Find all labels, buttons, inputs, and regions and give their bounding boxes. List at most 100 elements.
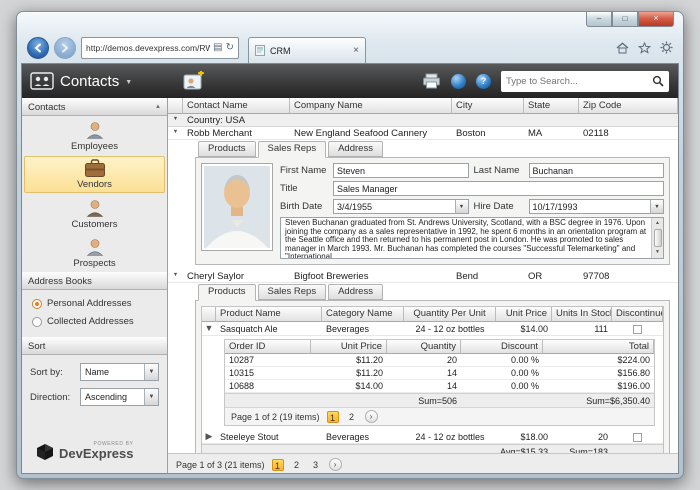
column-header-quantity-per-unit[interactable]: Quantity Per Unit bbox=[404, 307, 496, 322]
page-button-3[interactable]: 3 bbox=[310, 459, 322, 471]
column-header-city[interactable]: City bbox=[452, 98, 524, 114]
page-button-1[interactable]: 1 bbox=[272, 459, 284, 471]
contacts-title-menu[interactable]: Contacts ▼ bbox=[22, 72, 172, 90]
new-contact-button[interactable] bbox=[180, 68, 208, 94]
scroll-down-icon[interactable]: ▼ bbox=[655, 248, 660, 257]
table-row-order[interactable]: 10688 $14.00 14 0.00 % $196.00 bbox=[225, 380, 654, 393]
scrollbar-thumb[interactable] bbox=[654, 229, 662, 248]
column-header-total[interactable]: Total bbox=[543, 340, 654, 354]
hire-date-field[interactable] bbox=[530, 202, 651, 212]
address-bar[interactable]: http://demos.devexpress.com/RWA/Webn ▤ ↻ bbox=[81, 37, 239, 59]
column-header-order-id[interactable]: Order ID bbox=[225, 340, 311, 354]
table-row-order[interactable]: 10315 $11.20 14 0.00 % $156.80 bbox=[225, 367, 654, 380]
group-row-country-usa[interactable]: ▼ Country: USA bbox=[168, 114, 678, 127]
table-row-cheryl-saylor[interactable]: ▼ Cheryl Saylor Bigfoot Breweries Bend O… bbox=[168, 270, 678, 283]
print-button[interactable] bbox=[422, 73, 441, 89]
sidebar: Contacts ▲ Employees Vendors Customers bbox=[22, 98, 168, 474]
date-dropdown-icon[interactable]: ▼ bbox=[650, 200, 663, 213]
column-header-zip-code[interactable]: Zip Code bbox=[579, 98, 678, 114]
sidebar-item-vendors[interactable]: Vendors bbox=[24, 156, 165, 193]
collapse-up-icon[interactable]: ▲ bbox=[155, 104, 161, 110]
back-button[interactable] bbox=[27, 37, 49, 59]
page-button-2[interactable]: 2 bbox=[346, 411, 358, 423]
table-row-robb-merchant[interactable]: ▼ Robb Merchant New England Seafood Cann… bbox=[168, 127, 678, 140]
column-header-category-name[interactable]: Category Name bbox=[322, 307, 404, 322]
column-header-discontinued[interactable]: Discontinued bbox=[612, 307, 663, 322]
caret-down-icon: ▼ bbox=[125, 79, 132, 86]
column-header-discount[interactable]: Discount bbox=[461, 340, 543, 354]
column-header-product-name[interactable]: Product Name bbox=[216, 307, 322, 322]
column-header-units-in-stock[interactable]: Units In Stock bbox=[552, 307, 612, 322]
help-button[interactable]: ? bbox=[476, 74, 491, 89]
row-expander-icon[interactable]: ▶ bbox=[202, 430, 216, 443]
column-header-company-name[interactable]: Company Name bbox=[290, 98, 452, 114]
notes-textarea[interactable]: Steven Buchanan graduated from St. Andre… bbox=[280, 217, 664, 259]
tab-close-icon[interactable]: × bbox=[353, 46, 359, 56]
column-header-unit-price[interactable]: Unit Price bbox=[311, 340, 387, 354]
title-field[interactable] bbox=[334, 184, 663, 194]
personal-addresses-option[interactable]: Personal Addresses bbox=[32, 298, 157, 309]
sidebar-item-prospects[interactable]: Prospects bbox=[24, 234, 165, 271]
birth-date-field[interactable] bbox=[334, 202, 455, 212]
table-row-sasquatch-ale[interactable]: ▼ Sasquatch Ale Beverages 24 - 12 oz bot… bbox=[202, 322, 663, 336]
column-header-unit-price[interactable]: Unit Price bbox=[496, 307, 552, 322]
radio-unselected-icon[interactable] bbox=[32, 317, 42, 327]
page-button-2[interactable]: 2 bbox=[291, 459, 303, 471]
column-header-quantity[interactable]: Quantity bbox=[387, 340, 461, 354]
tab-sales-reps[interactable]: Sales Reps bbox=[258, 141, 327, 158]
search-input[interactable] bbox=[506, 76, 652, 87]
scroll-up-icon[interactable]: ▲ bbox=[655, 219, 660, 228]
sidebar-item-employees[interactable]: Employees bbox=[24, 117, 165, 154]
table-row-steeleye-stout[interactable]: ▶ Steeleye Stout Beverages 24 - 12 oz bo… bbox=[202, 430, 663, 444]
forward-button[interactable] bbox=[54, 37, 76, 59]
tab-address[interactable]: Address bbox=[328, 141, 383, 157]
page-icon[interactable]: ▤ bbox=[213, 43, 222, 53]
url-text[interactable]: http://demos.devexpress.com/RWA/Webn bbox=[86, 43, 210, 53]
tab-address[interactable]: Address bbox=[328, 284, 383, 300]
row-expander-icon[interactable]: ▼ bbox=[168, 127, 183, 139]
row-expander-icon[interactable]: ▼ bbox=[202, 322, 216, 335]
column-header-state[interactable]: State bbox=[524, 98, 579, 114]
dropdown-caret-icon[interactable]: ▼ bbox=[144, 389, 158, 405]
radio-selected-icon[interactable] bbox=[32, 299, 42, 309]
home-icon[interactable] bbox=[616, 42, 629, 54]
table-row-order[interactable]: 10287 $11.20 20 0.00 % $224.00 bbox=[225, 354, 654, 367]
sidebar-panel-sort-header[interactable]: Sort bbox=[22, 337, 167, 355]
collapse-triangle-icon[interactable]: ▼ bbox=[168, 114, 183, 126]
discontinued-checkbox[interactable] bbox=[633, 325, 642, 334]
sidebar-item-label: Prospects bbox=[73, 258, 115, 269]
collected-addresses-label: Collected Addresses bbox=[47, 316, 134, 327]
favorites-star-icon[interactable] bbox=[638, 42, 651, 54]
sidebar-panel-address-books-header[interactable]: Address Books bbox=[22, 272, 167, 290]
row-expander-icon[interactable]: ▼ bbox=[168, 270, 183, 282]
next-page-icon[interactable]: › bbox=[329, 458, 342, 471]
tab-sales-reps[interactable]: Sales Reps bbox=[258, 284, 327, 300]
next-page-icon[interactable]: › bbox=[365, 410, 378, 423]
search-icon[interactable] bbox=[652, 75, 664, 87]
window-maximize-button[interactable]: □ bbox=[612, 12, 638, 27]
column-header-contact-name[interactable]: Contact Name bbox=[183, 98, 290, 114]
cell-total: $156.80 bbox=[543, 367, 654, 379]
sidebar-item-customers[interactable]: Customers bbox=[24, 195, 165, 232]
window-close-button[interactable]: × bbox=[638, 12, 674, 27]
discontinued-checkbox[interactable] bbox=[633, 433, 642, 442]
window-titlebar[interactable]: – □ × bbox=[17, 12, 683, 32]
direction-select[interactable]: Ascending ▼ bbox=[80, 388, 159, 406]
sort-by-select[interactable]: Name ▼ bbox=[80, 363, 159, 381]
window-minimize-button[interactable]: – bbox=[586, 12, 612, 27]
refresh-icon[interactable]: ↻ bbox=[226, 43, 234, 53]
first-name-field[interactable] bbox=[334, 166, 468, 176]
collected-addresses-option[interactable]: Collected Addresses bbox=[32, 316, 157, 327]
sidebar-panel-contacts-header[interactable]: Contacts ▲ bbox=[22, 98, 167, 116]
dropdown-caret-icon[interactable]: ▼ bbox=[144, 364, 158, 380]
notes-scrollbar[interactable]: ▲ ▼ bbox=[651, 218, 663, 258]
info-button[interactable] bbox=[451, 74, 466, 89]
sidebar-item-label: Customers bbox=[72, 219, 118, 230]
last-name-field[interactable] bbox=[530, 166, 664, 176]
tab-products[interactable]: Products bbox=[198, 141, 256, 157]
browser-tab-crm[interactable]: CRM × bbox=[248, 37, 366, 63]
page-button-1[interactable]: 1 bbox=[327, 411, 339, 423]
date-dropdown-icon[interactable]: ▼ bbox=[455, 200, 468, 213]
tab-products[interactable]: Products bbox=[198, 284, 256, 301]
gear-icon[interactable] bbox=[660, 41, 673, 54]
